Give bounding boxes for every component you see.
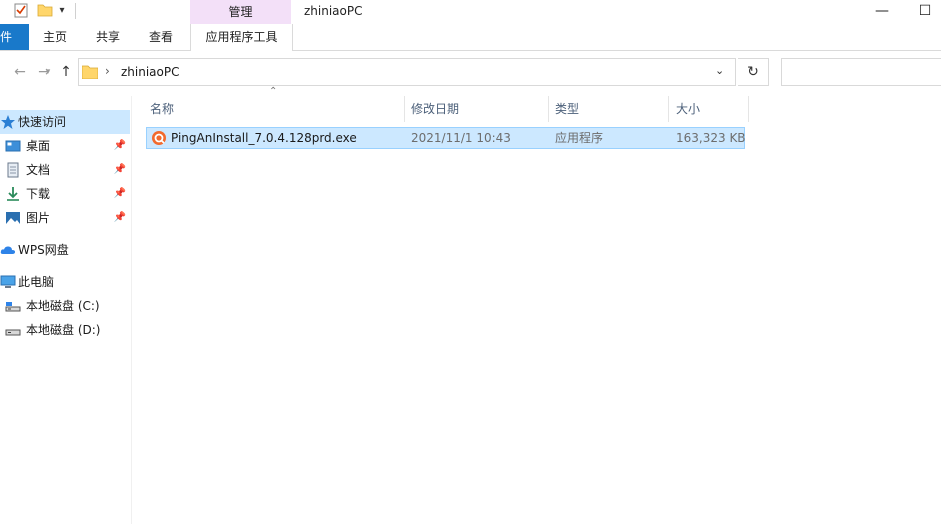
file-modified: 2021/11/1 10:43 — [411, 131, 511, 145]
title-bar — [0, 0, 941, 24]
drive-icon — [5, 329, 21, 336]
ribbon-tab-bar — [0, 24, 941, 51]
tab-view[interactable]: 查看 — [149, 24, 173, 50]
column-header-name[interactable]: 名称 — [150, 96, 174, 122]
tab-application-tools[interactable]: 应用程序工具 — [190, 24, 293, 51]
star-icon — [1, 115, 15, 129]
desktop-icon — [5, 140, 21, 152]
download-icon — [7, 187, 19, 201]
tab-share[interactable]: 共享 — [96, 24, 120, 50]
customize-toolbar-icon[interactable]: ▾ — [56, 3, 68, 19]
breadcrumb-current-folder[interactable]: zhiniaoPC — [121, 65, 180, 79]
nav-item-label: 文档 — [26, 163, 51, 177]
nav-item-this-pc[interactable]: 此电脑 — [0, 270, 130, 294]
nav-item-documents[interactable]: 文档 📌 — [0, 158, 130, 182]
address-bar[interactable]: › zhiniaoPC ⌄ — [78, 58, 736, 86]
document-icon — [7, 162, 19, 178]
tab-home[interactable]: 主页 — [43, 24, 67, 50]
nav-item-pictures[interactable]: 图片 📌 — [0, 206, 130, 230]
up-button[interactable]: ↑ — [56, 62, 76, 82]
column-header-size[interactable]: 大小 — [676, 96, 700, 122]
file-name: PingAnInstall_7.0.4.128prd.exe — [171, 131, 357, 145]
folder-icon — [82, 65, 98, 79]
nav-item-wps-cloud[interactable]: WPS网盘 — [0, 238, 130, 262]
column-header-type[interactable]: 类型 — [555, 96, 579, 122]
pin-icon: 📌 — [113, 164, 126, 175]
nav-item-label: WPS网盘 — [18, 243, 69, 257]
tab-file[interactable]: 文件 — [0, 24, 29, 50]
manage-context-tab[interactable]: 管理 — [190, 0, 291, 24]
installer-app-icon — [152, 131, 166, 145]
search-input[interactable] — [781, 58, 941, 86]
toolbar-divider — [75, 3, 76, 19]
properties-icon[interactable] — [13, 2, 29, 18]
nav-item-downloads[interactable]: 下载 📌 — [0, 182, 130, 206]
back-button[interactable]: ← — [10, 62, 30, 82]
nav-item-label: 此电脑 — [18, 275, 55, 289]
sort-indicator-icon: ⌃ — [269, 86, 278, 97]
file-size: 163,323 KB — [676, 131, 746, 145]
nav-item-label: 本地磁盘 (D:) — [26, 323, 101, 337]
computer-icon — [0, 275, 16, 288]
nav-item-desktop[interactable]: 桌面 📌 — [0, 134, 130, 158]
refresh-button[interactable]: ↻ — [738, 58, 769, 86]
cloud-icon — [0, 246, 16, 254]
new-folder-icon[interactable] — [37, 2, 53, 18]
pin-icon: 📌 — [113, 212, 126, 223]
nav-item-label: 本地磁盘 (C:) — [26, 299, 100, 313]
pin-icon: 📌 — [113, 140, 126, 151]
maximize-button[interactable]: ☐ — [905, 0, 941, 24]
column-header-modified[interactable]: 修改日期 — [411, 96, 459, 122]
nav-item-quick-access[interactable]: 快速访问 — [0, 110, 130, 134]
nav-item-drive-c[interactable]: 本地磁盘 (C:) — [0, 294, 130, 318]
nav-item-label: 桌面 — [26, 139, 51, 153]
nav-item-label: 快速访问 — [18, 115, 67, 129]
nav-item-label: 下载 — [26, 187, 51, 201]
column-divider[interactable] — [404, 96, 405, 122]
column-divider[interactable] — [668, 96, 669, 122]
nav-item-label: 图片 — [26, 211, 51, 225]
column-divider[interactable] — [748, 96, 749, 122]
window-title: zhiniaoPC — [304, 4, 363, 18]
address-dropdown-icon[interactable]: ⌄ — [715, 64, 724, 77]
column-divider[interactable] — [548, 96, 549, 122]
file-type: 应用程序 — [555, 131, 604, 145]
tab-file-label: 文件 — [0, 30, 13, 44]
file-row[interactable]: PingAnInstall_7.0.4.128prd.exe 2021/11/1… — [146, 127, 746, 149]
pin-icon: 📌 — [113, 188, 126, 199]
nav-item-drive-d[interactable]: 本地磁盘 (D:) — [0, 318, 130, 342]
drive-icon — [5, 302, 21, 312]
path-separator[interactable]: › — [105, 64, 110, 78]
minimize-button[interactable]: — — [862, 0, 902, 24]
recent-locations-icon[interactable]: ▾ — [38, 62, 58, 82]
pictures-icon — [6, 212, 20, 224]
